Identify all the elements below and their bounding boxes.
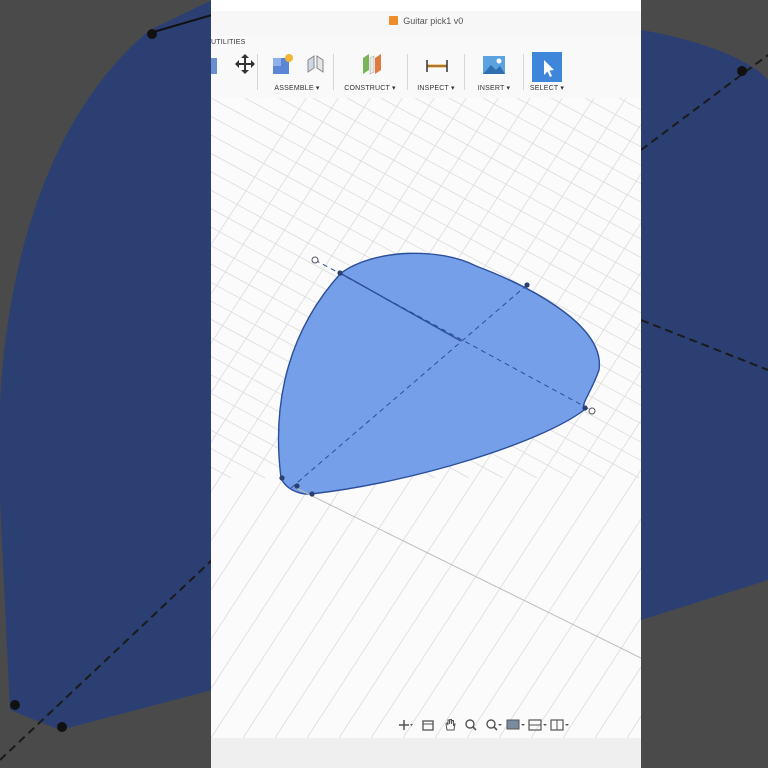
grid-icon[interactable] xyxy=(528,717,548,733)
inspect-menu[interactable]: INSPECT ▾ xyxy=(411,84,461,92)
sketch-point[interactable] xyxy=(588,407,596,415)
pan-save-icon[interactable] xyxy=(418,717,438,733)
sketch-point[interactable] xyxy=(279,475,285,481)
grid-line xyxy=(584,97,641,129)
orbit-icon[interactable] xyxy=(396,717,416,733)
hand-icon[interactable] xyxy=(440,717,460,733)
grid-line xyxy=(594,666,641,739)
joint-icon[interactable] xyxy=(305,52,327,83)
zoom-icon[interactable] xyxy=(462,717,482,733)
document-icon xyxy=(388,16,398,25)
measure-icon[interactable] xyxy=(425,52,449,83)
navigation-toolbar xyxy=(396,716,570,734)
background-left xyxy=(0,0,212,768)
display-settings-icon[interactable] xyxy=(506,717,526,733)
sketch-point[interactable] xyxy=(337,270,343,276)
construct-group: CONSTRUCT ▾ xyxy=(337,50,403,96)
sketch-point[interactable] xyxy=(294,483,300,489)
grid-line xyxy=(562,617,641,739)
assemble-group: ASSEMBLE ▾ xyxy=(265,50,329,96)
sketch-point[interactable] xyxy=(311,256,319,264)
viewports-icon[interactable] xyxy=(550,717,570,733)
new-component-icon[interactable] xyxy=(271,52,295,83)
sketch-point[interactable] xyxy=(309,491,315,497)
move-icon[interactable] xyxy=(233,52,257,81)
title-bar: Guitar pick1 v0 xyxy=(211,0,641,40)
select-cursor-icon[interactable] xyxy=(532,52,562,87)
insert-menu[interactable]: INSERT ▾ xyxy=(469,84,519,92)
insert-image-icon[interactable] xyxy=(481,52,507,83)
toolbar-ribbon: UTILITIES ASSEMBLE ▾ CONSTRUCT ▾ INSPECT… xyxy=(211,36,641,99)
background-right xyxy=(641,0,768,768)
grid-line xyxy=(626,715,641,739)
canvas-viewport[interactable] xyxy=(211,0,641,739)
status-strip xyxy=(211,738,641,768)
offset-plane-icon[interactable] xyxy=(359,52,385,83)
zoom-window-icon[interactable] xyxy=(484,717,504,733)
sketch-point[interactable] xyxy=(524,282,530,288)
modify-group-partial xyxy=(211,50,256,96)
cube-icon[interactable] xyxy=(211,52,219,81)
assemble-menu[interactable]: ASSEMBLE ▾ xyxy=(265,84,329,92)
insert-group: INSERT ▾ xyxy=(469,50,519,96)
inspect-group: INSPECT ▾ xyxy=(411,50,461,96)
construct-menu[interactable]: CONSTRUCT ▾ xyxy=(337,84,403,92)
utilities-tab[interactable]: UTILITIES xyxy=(211,39,245,46)
construction-line-extension[interactable] xyxy=(295,487,641,659)
select-menu[interactable]: SELECT ▾ xyxy=(525,84,569,92)
app-window: Guitar pick1 v0 UTILITIES ASSEMBLE ▾ CON… xyxy=(211,0,641,768)
select-group: SELECT ▾ xyxy=(525,50,569,96)
sketch-canvas[interactable] xyxy=(211,0,641,739)
sketch-point[interactable] xyxy=(582,405,588,411)
document-title: Guitar pick1 v0 xyxy=(403,16,464,26)
